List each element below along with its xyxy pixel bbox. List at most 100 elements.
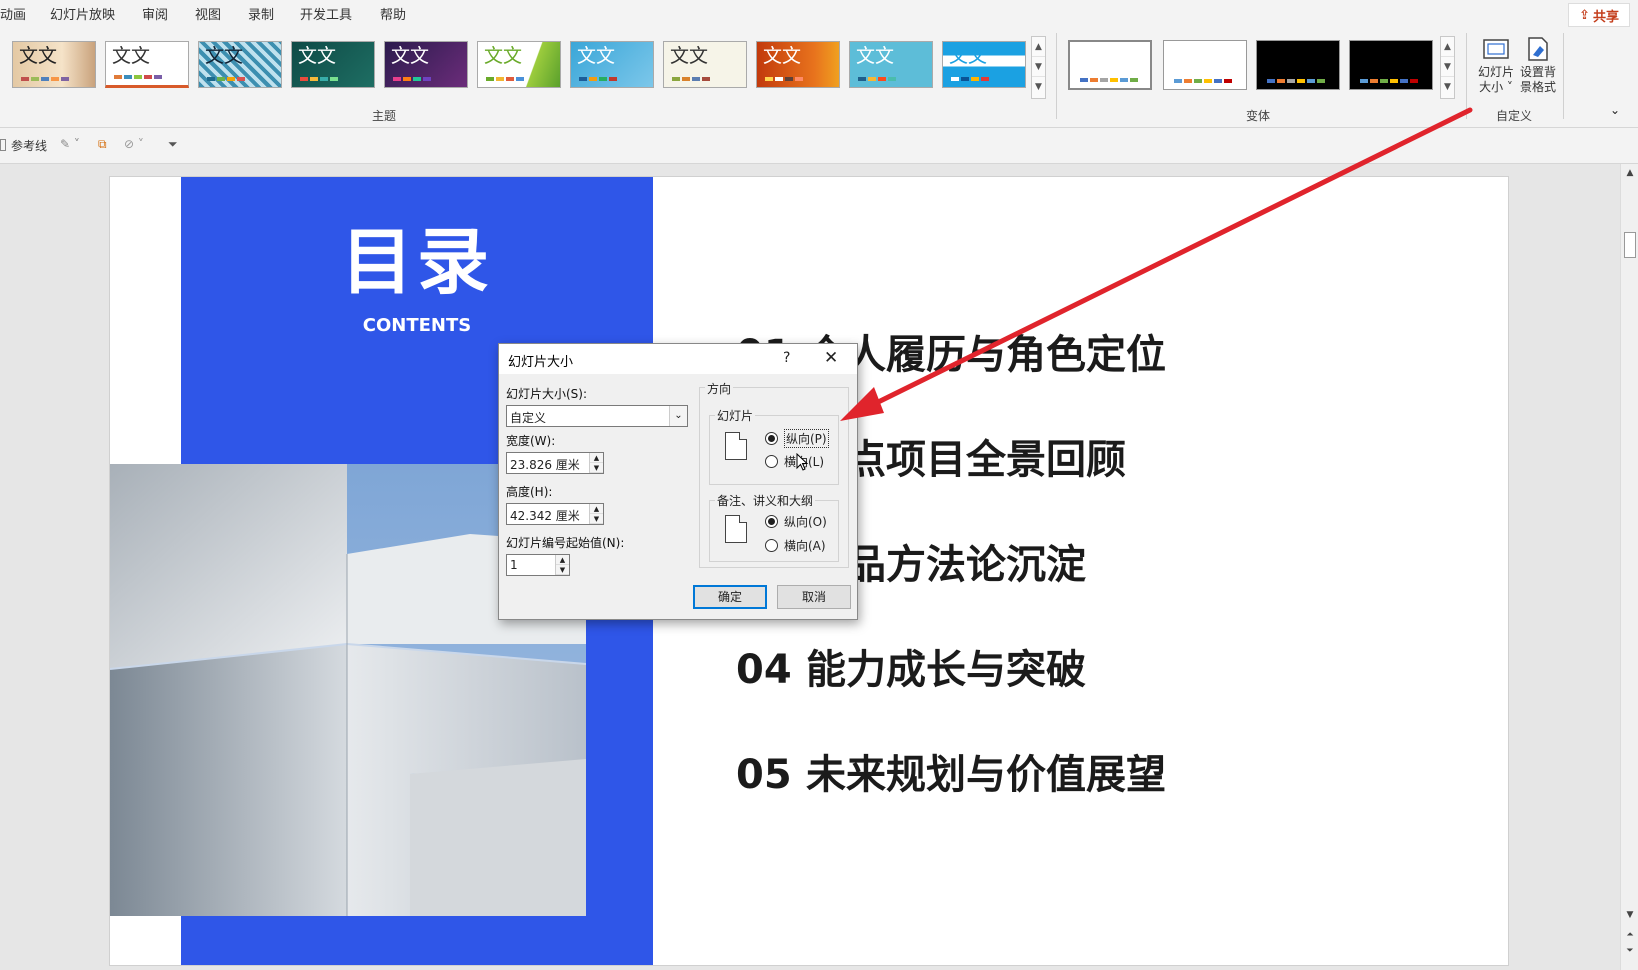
width-value: 23.826 厘米 — [510, 458, 580, 472]
start-decrement-icon[interactable]: ▼ — [556, 565, 569, 575]
theme-thumb-3[interactable]: 文文 — [198, 41, 282, 88]
width-increment-icon[interactable]: ▲ — [590, 453, 603, 463]
share-icon: ⇪ — [1579, 7, 1590, 23]
toc-item-4[interactable]: 04 能力成长与突破 — [736, 637, 1086, 695]
customize-toolbar-icon[interactable]: ⏷ — [168, 137, 178, 152]
variant-thumb-4[interactable] — [1349, 40, 1433, 90]
variant-thumb-3[interactable] — [1256, 40, 1340, 90]
theme-thumb-2[interactable]: 文文 — [105, 41, 189, 88]
ok-button[interactable]: 确定 — [693, 585, 767, 609]
notes-portrait-radio[interactable]: 纵向(O) — [765, 513, 827, 530]
slides-group-label: 幻灯片 — [715, 407, 756, 424]
scroll-up-icon[interactable]: ▲ — [1441, 37, 1454, 57]
scroll-down-icon[interactable]: ▼ — [1441, 57, 1454, 77]
themes-gallery-scroll[interactable]: ▲ ▼ ▼ — [1031, 36, 1046, 99]
dialog-titlebar: 幻灯片大小 ? ✕ — [499, 344, 857, 374]
scroll-up-icon[interactable]: ▲ — [1032, 37, 1045, 57]
help-icon[interactable]: ? — [783, 350, 790, 366]
slide-size-dialog: 幻灯片大小 ? ✕ 幻灯片大小(S): 自定义 ⌄ 宽度(W): 23.826 … — [498, 343, 858, 620]
radio-unselected-icon — [765, 539, 778, 552]
start-number-label: 幻灯片编号起始值(N): — [506, 536, 625, 550]
notes-page-icon — [725, 515, 747, 543]
next-slide-icon[interactable]: ⏷ — [1621, 946, 1638, 956]
radio-unselected-icon — [765, 455, 778, 468]
height-label: 高度(H): — [506, 485, 553, 499]
scroll-up-icon[interactable]: ▲ — [1621, 168, 1638, 178]
start-number-field[interactable]: 1 ▲ ▼ — [506, 554, 570, 576]
cancel-button[interactable]: 取消 — [777, 585, 851, 609]
chevron-down-icon[interactable]: ⌄ — [669, 406, 687, 426]
start-number-value: 1 — [510, 558, 518, 572]
theme-thumb-10[interactable]: 文文 — [849, 41, 933, 88]
menu-review[interactable]: 审阅 — [142, 4, 168, 23]
slides-portrait-radio[interactable]: 纵向(P) — [765, 429, 829, 448]
slide-title[interactable]: 目录 — [181, 217, 653, 307]
menu-bar: 动画 幻灯片放映 审阅 视图 录制 开发工具 帮助 ⇪ 共享 — [0, 0, 1638, 27]
menu-view[interactable]: 视图 — [195, 4, 221, 23]
menu-record[interactable]: 录制 — [248, 4, 274, 23]
scrollbar-thumb[interactable] — [1624, 232, 1636, 258]
notes-group-label: 备注、讲义和大纲 — [715, 492, 816, 509]
group-divider — [1056, 33, 1057, 119]
theme-thumb-7[interactable]: 文文 — [570, 41, 654, 88]
share-label: 共享 — [1592, 9, 1619, 25]
radio-selected-icon — [765, 432, 778, 445]
slides-landscape-radio[interactable]: 横向(L) — [765, 453, 824, 470]
radio-selected-icon — [765, 515, 778, 528]
more-icon[interactable]: ▼ — [1032, 77, 1045, 97]
theme-thumb-6[interactable]: 文文 — [477, 41, 561, 88]
height-decrement-icon[interactable]: ▼ — [590, 514, 603, 524]
menu-developer[interactable]: 开发工具 — [300, 4, 352, 23]
theme-thumb-9[interactable]: 文文 — [756, 41, 840, 88]
slide-size-value: 自定义 — [510, 411, 547, 425]
menu-help[interactable]: 帮助 — [380, 4, 406, 23]
theme-thumb-1[interactable]: 文文 — [12, 41, 96, 88]
start-increment-icon[interactable]: ▲ — [556, 555, 569, 565]
width-label: 宽度(W): — [506, 434, 556, 448]
width-decrement-icon[interactable]: ▼ — [590, 463, 603, 473]
collapse-ribbon-icon[interactable]: ⌄ — [1610, 103, 1620, 117]
toolbar-row: 参考线 ✎ ˅ ⧉ ⊘ ˅ ⏷ — [0, 128, 1638, 164]
theme-thumb-8[interactable]: 文文 — [663, 41, 747, 88]
height-value: 42.342 厘米 — [510, 509, 580, 523]
more-icon[interactable]: ▼ — [1441, 77, 1454, 97]
vertical-scrollbar[interactable]: ▲ ▼ ⏶ ⏷ — [1620, 164, 1638, 970]
prev-slide-icon[interactable]: ⏶ — [1621, 930, 1638, 940]
shape-fill-icon[interactable]: ⧉ — [98, 137, 107, 152]
slide-subtitle[interactable]: CONTENTS — [181, 315, 653, 336]
menu-animations[interactable]: 动画 — [0, 4, 26, 23]
notes-landscape-radio[interactable]: 横向(A) — [765, 537, 826, 554]
format-background-icon — [1528, 37, 1548, 61]
effects-icon[interactable]: ⊘ ˅ — [124, 137, 144, 151]
scroll-down-icon[interactable]: ▼ — [1621, 910, 1638, 920]
variants-gallery-scroll[interactable]: ▲ ▼ ▼ — [1440, 36, 1455, 99]
share-button[interactable]: ⇪ 共享 — [1568, 3, 1630, 27]
slide-size-select[interactable]: 自定义 ⌄ — [506, 405, 688, 427]
orientation-label: 方向 — [705, 380, 734, 397]
width-field[interactable]: 23.826 厘米 ▲ ▼ — [506, 452, 604, 474]
format-background-button[interactable]: 设置背 景格式 — [1516, 35, 1560, 95]
variant-thumb-2[interactable] — [1163, 40, 1247, 90]
ribbon: 文文 文文 文文 文文 文文 文文 文文 文文 文文 文文 文文 ▲ ▼ ▼ 主… — [0, 27, 1638, 128]
slide-size-label: 幻灯片大小(S): — [506, 387, 588, 401]
height-increment-icon[interactable]: ▲ — [590, 504, 603, 514]
guides-checkbox[interactable] — [0, 139, 6, 151]
pen-icon[interactable]: ✎ ˅ — [60, 137, 80, 151]
menu-slideshow[interactable]: 幻灯片放映 — [50, 4, 115, 23]
variants-group-label: 变体 — [1246, 109, 1271, 123]
guides-label: 参考线 — [11, 139, 48, 153]
themes-group-label: 主题 — [372, 109, 397, 123]
height-field[interactable]: 42.342 厘米 ▲ ▼ — [506, 503, 604, 525]
scroll-down-icon[interactable]: ▼ — [1032, 57, 1045, 77]
mouse-cursor-icon — [796, 453, 809, 471]
close-icon[interactable]: ✕ — [824, 348, 838, 368]
theme-thumb-11[interactable]: 文文 — [942, 41, 1026, 88]
theme-thumb-4[interactable]: 文文 — [291, 41, 375, 88]
group-divider — [1563, 33, 1564, 119]
variant-thumb-1[interactable] — [1068, 40, 1152, 90]
slide-size-button[interactable]: 幻灯片 大小 ˅ — [1474, 35, 1518, 95]
portrait-page-icon — [725, 432, 747, 460]
toc-item-5[interactable]: 05 未来规划与价值展望 — [736, 742, 1166, 800]
slide-size-icon — [1483, 39, 1509, 59]
theme-thumb-5[interactable]: 文文 — [384, 41, 468, 88]
